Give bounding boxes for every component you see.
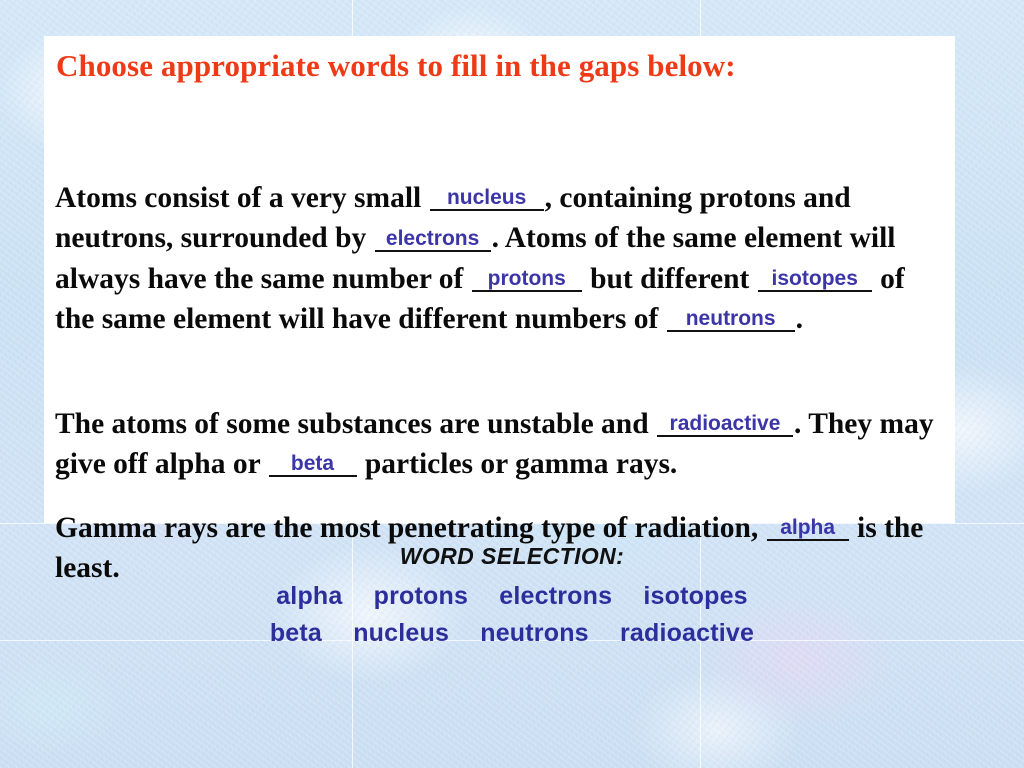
paragraph-unstable-atoms: The atoms of some substances are unstabl… bbox=[55, 404, 950, 485]
paragraph-1-text-4: but different bbox=[582, 262, 757, 295]
paragraph-1-text-6: . bbox=[795, 303, 804, 335]
answer-blank-alpha[interactable]: alpha bbox=[766, 516, 849, 541]
answer-blank-protons[interactable]: protons bbox=[471, 267, 582, 292]
word-selection-section: WORD SELECTION: alpha protons electrons … bbox=[0, 543, 1024, 656]
answer-blank-beta[interactable]: beta bbox=[268, 453, 357, 477]
page-title: Choose appropriate words to fill in the … bbox=[56, 48, 736, 83]
answer-blank-neutrons[interactable]: neutrons bbox=[666, 308, 795, 332]
word-option-nucleus[interactable]: nucleus bbox=[353, 619, 449, 648]
answer-blank-nucleus[interactable]: nucleus bbox=[429, 186, 544, 211]
word-selection-row-1: alpha protons electrons isotopes bbox=[0, 582, 1024, 611]
word-selection-heading: WORD SELECTION: bbox=[399, 543, 625, 569]
word-option-protons[interactable]: protons bbox=[374, 582, 468, 611]
answer-blank-electrons[interactable]: electrons bbox=[374, 228, 491, 252]
content-panel: Choose appropriate words to fill in the … bbox=[44, 36, 955, 584]
word-option-electrons[interactable]: electrons bbox=[499, 582, 612, 611]
word-selection-row-2: beta nucleus neutrons radioactive bbox=[0, 619, 1024, 648]
word-option-alpha[interactable]: alpha bbox=[276, 582, 342, 611]
word-option-isotopes[interactable]: isotopes bbox=[643, 582, 747, 611]
word-option-radioactive[interactable]: radioactive bbox=[620, 619, 754, 648]
paragraph-2-text-3: particles or gamma rays. bbox=[357, 448, 678, 480]
word-option-neutrons[interactable]: neutrons bbox=[480, 619, 589, 648]
paragraph-1-text-1: Atoms consist of a very small bbox=[55, 181, 429, 214]
paragraph-atoms-structure: Atoms consist of a very small nucleus, c… bbox=[55, 178, 950, 340]
answer-blank-isotopes[interactable]: isotopes bbox=[757, 267, 872, 292]
paragraph-2-text-1: The atoms of some substances are unstabl… bbox=[55, 407, 656, 440]
word-option-beta[interactable]: beta bbox=[270, 619, 322, 648]
answer-blank-radioactive[interactable]: radioactive bbox=[656, 412, 793, 437]
paragraph-3-text-1: Gamma rays are the most penetrating type… bbox=[55, 511, 766, 544]
